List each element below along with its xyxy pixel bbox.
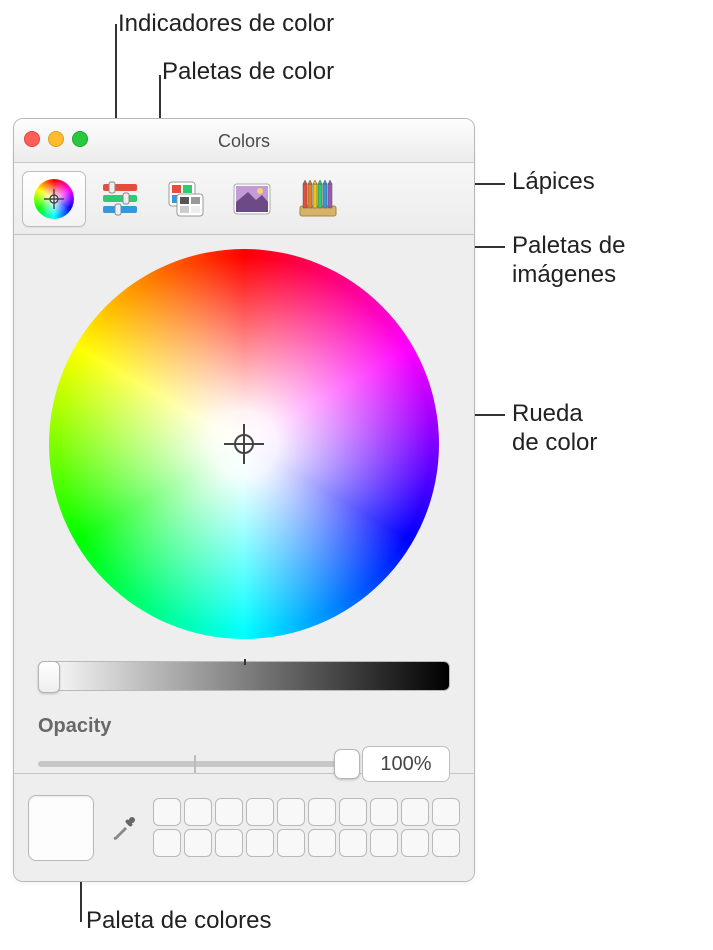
swatch-cell[interactable] <box>401 798 429 826</box>
colors-window: Colors <box>13 118 475 882</box>
swatch-cell[interactable] <box>215 829 243 857</box>
opacity-field[interactable]: 100% <box>362 746 450 782</box>
swatch-cell[interactable] <box>339 829 367 857</box>
image-palettes-tab[interactable] <box>220 171 284 227</box>
eyedropper-icon <box>109 813 139 843</box>
swatch-cell[interactable] <box>215 798 243 826</box>
swatch-cell[interactable] <box>401 829 429 857</box>
swatch-cell[interactable] <box>277 829 305 857</box>
pencils-tab[interactable] <box>286 171 350 227</box>
sliders-icon <box>97 178 143 220</box>
swatch-cell[interactable] <box>432 829 460 857</box>
brightness-slider[interactable] <box>38 661 450 691</box>
color-sliders-tab[interactable] <box>88 171 152 227</box>
color-wheel[interactable] <box>49 249 439 639</box>
opacity-slider[interactable] <box>38 761 350 767</box>
picker-mode-toolbar <box>14 163 474 235</box>
callout-lapices: Lápices <box>512 168 595 197</box>
current-color-well[interactable] <box>28 795 94 861</box>
opacity-thumb[interactable] <box>334 749 360 779</box>
minimize-button[interactable] <box>48 131 64 147</box>
picker-main: Opacity 100% <box>14 235 474 773</box>
swatch-cell[interactable] <box>153 798 181 826</box>
swatch-cell[interactable] <box>370 829 398 857</box>
traffic-lights <box>24 131 88 147</box>
opacity-label: Opacity <box>38 715 450 738</box>
callout-rueda-l2: de color <box>512 429 597 458</box>
eyedropper-button[interactable] <box>104 808 143 848</box>
pencils-icon <box>295 178 341 220</box>
slider-midpoint-tick <box>244 659 246 665</box>
color-wheel-icon <box>31 178 77 220</box>
color-palettes-tab[interactable] <box>154 171 218 227</box>
swatch-cell[interactable] <box>184 798 212 826</box>
palettes-icon <box>163 178 209 220</box>
color-wheel-cursor[interactable] <box>224 424 264 464</box>
callout-paletas-imagenes-l1: Paletas de <box>512 232 625 261</box>
callout-indicadores: Indicadores de color <box>118 10 334 39</box>
swatch-cell[interactable] <box>370 798 398 826</box>
swatch-cell[interactable] <box>432 798 460 826</box>
color-wheel-tab[interactable] <box>22 171 86 227</box>
brightness-thumb[interactable] <box>38 661 60 693</box>
image-icon <box>229 178 275 220</box>
swatch-cell[interactable] <box>184 829 212 857</box>
slider-midpoint-tick <box>194 755 196 773</box>
picker-footer <box>14 773 474 881</box>
callout-paleta-colores: Paleta de colores <box>86 907 271 936</box>
zoom-button[interactable] <box>72 131 88 147</box>
swatch-cell[interactable] <box>246 829 274 857</box>
callout-paletas-color: Paletas de color <box>162 58 334 87</box>
close-button[interactable] <box>24 131 40 147</box>
callout-paletas-imagenes-l2: imágenes <box>512 261 616 290</box>
swatch-cell[interactable] <box>308 798 336 826</box>
swatch-cell[interactable] <box>277 798 305 826</box>
swatch-cell[interactable] <box>153 829 181 857</box>
swatch-cell[interactable] <box>246 798 274 826</box>
swatches-grid <box>153 798 460 857</box>
callout-rueda-l1: Rueda <box>512 400 583 429</box>
swatch-cell[interactable] <box>339 798 367 826</box>
titlebar: Colors <box>14 119 474 163</box>
swatch-cell[interactable] <box>308 829 336 857</box>
